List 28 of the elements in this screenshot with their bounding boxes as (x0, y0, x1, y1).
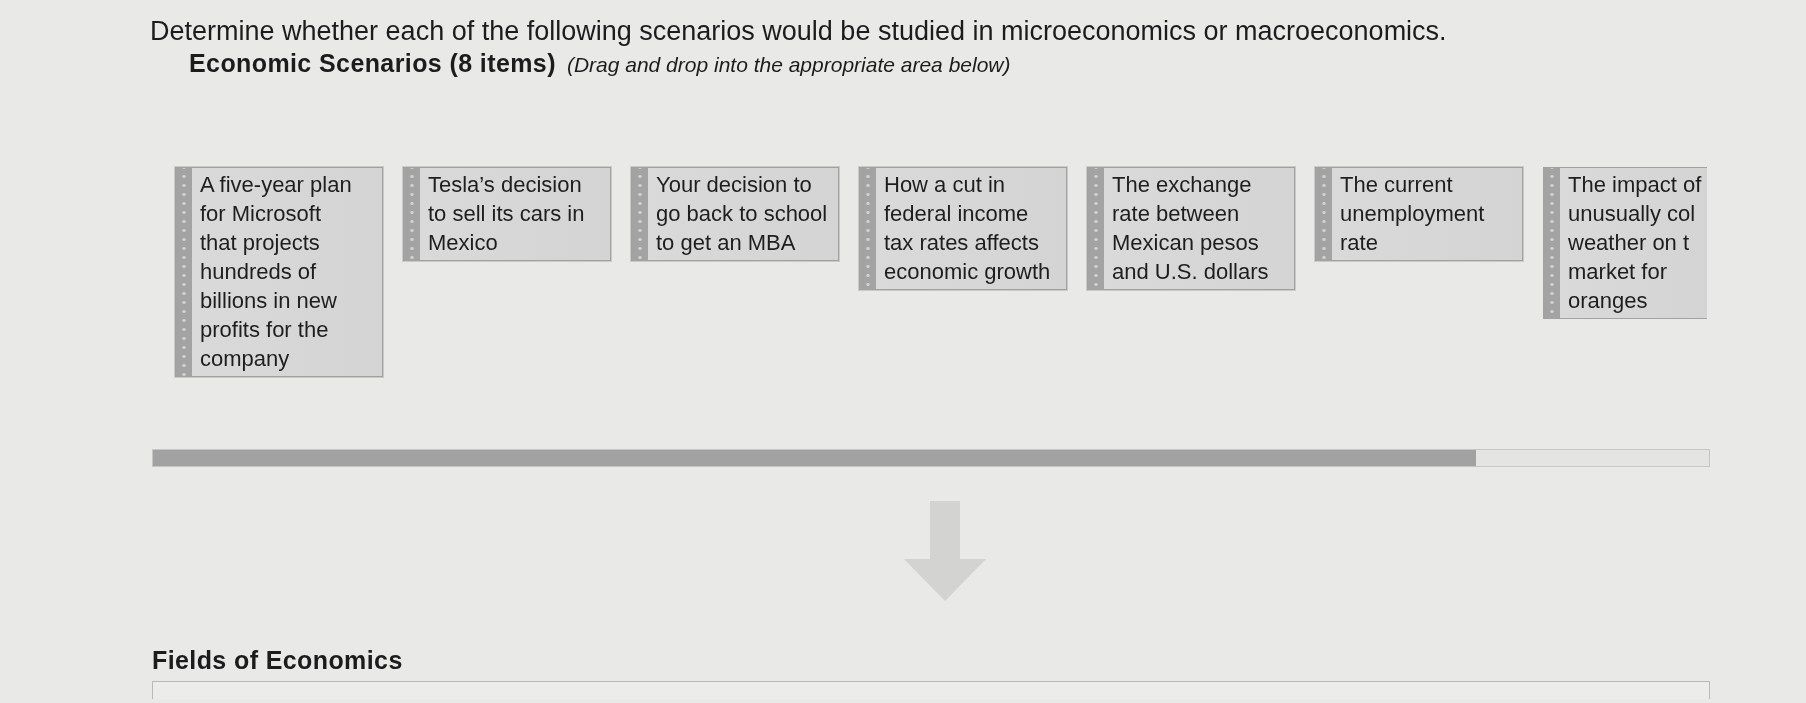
scenario-text: How a cut in federal income tax rates affects economic growth (883, 171, 1052, 286)
scenario-text: The impact of unusually col weather on t market for oranges (1567, 171, 1703, 315)
scenario-card[interactable]: Tesla’s decision to sell its cars in Mexico (403, 167, 611, 261)
scrollbar-thumb[interactable] (153, 450, 1476, 466)
grip-handle-icon[interactable] (176, 168, 192, 376)
scenario-card[interactable]: The impact of unusually col weather on t market for oranges (1543, 167, 1708, 319)
drop-area[interactable] (152, 681, 1710, 699)
grip-handle-icon[interactable] (632, 168, 648, 260)
section-heading: Economic Scenarios (8 items) (189, 48, 556, 78)
grip-handle-icon[interactable] (1316, 168, 1332, 260)
scenario-card[interactable]: A five-year plan for Microsoft that projects hundreds of billions in new profits for the company (175, 167, 383, 377)
scenario-text: Tesla’s decision to sell its cars in Mexico (427, 171, 586, 257)
scenario-text: A five-year plan for Microsoft that projects hundreds of billions in new profits for the company (199, 171, 353, 373)
grip-handle-icon[interactable] (1088, 168, 1104, 289)
scenario-card[interactable]: Your decision to go back to school to get an MBA (631, 167, 839, 261)
scenario-card[interactable]: The current unemployment rate (1315, 167, 1523, 261)
grip-handle-icon[interactable] (860, 168, 876, 289)
scenario-card[interactable]: How a cut in federal income tax rates affects economic growth (859, 167, 1067, 290)
scenario-text: The exchange rate between Mexican pesos and U.S. dollars (1111, 171, 1270, 286)
section-heading: Fields of Economics (152, 645, 403, 675)
scrollbar-track[interactable] (152, 449, 1710, 467)
scenario-text: Your decision to go back to school to get an MBA (655, 171, 829, 257)
instruction-text: Determine whether each of the following scenarios would be studied in microeconomics or macroeconomics. (150, 15, 1447, 48)
scenario-card[interactable]: The exchange rate between Mexican pesos and U.S. dollars (1087, 167, 1295, 290)
grip-handle-icon[interactable] (404, 168, 420, 260)
grip-handle-icon[interactable] (1544, 168, 1560, 318)
drag-hint-text: (Drag and drop into the appropriate area below) (566, 52, 1011, 78)
scenario-text: The current unemployment rate (1339, 171, 1486, 257)
